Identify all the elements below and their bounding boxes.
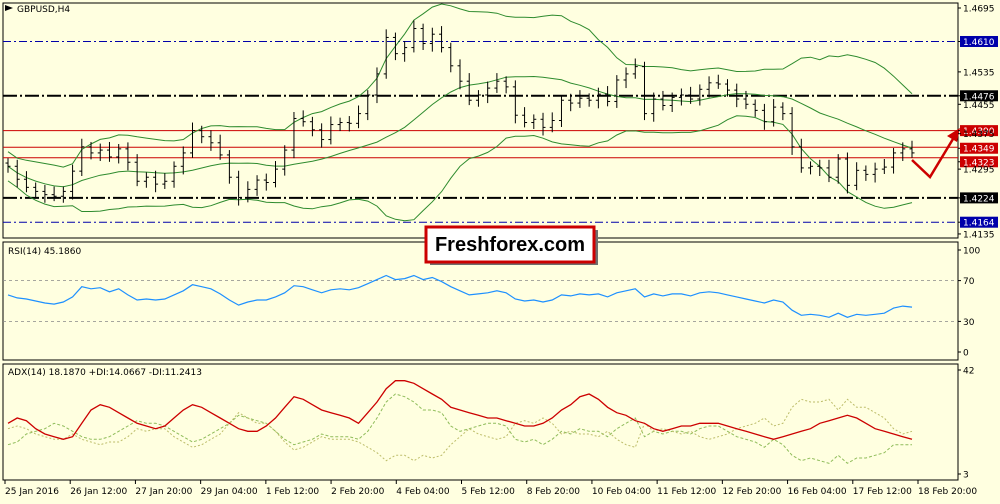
price-chart: 1.46951.46101.45351.44761.44551.43901.43… (0, 0, 1000, 500)
time-tick-label: 16 Feb 04:00 (788, 487, 847, 497)
rsi-tick-label: 30 (963, 318, 975, 328)
time-tick-label: 17 Feb 12:00 (853, 487, 912, 497)
price-tick-label: 1.4295 (963, 166, 995, 176)
symbol-label: GBPUSD,H4 (17, 5, 70, 15)
price-level-badge-label: 1.4349 (963, 145, 995, 155)
time-tick-label: 10 Feb 04:00 (592, 487, 651, 497)
time-tick-label: 11 Feb 12:00 (657, 487, 716, 497)
time-tick-label: 8 Feb 20:00 (527, 487, 581, 497)
adx-tick-label: 42 (963, 367, 974, 377)
price-level-badge-label: 1.4164 (963, 219, 995, 229)
time-tick-label: 27 Jan 20:00 (135, 487, 192, 497)
price-tick-label: 1.4455 (963, 101, 995, 111)
time-tick-label: 5 Feb 12:00 (462, 487, 516, 497)
time-tick-label: 25 Jan 2016 (5, 487, 59, 497)
price-tick-label: 1.4695 (963, 5, 995, 15)
time-tick-label: 26 Jan 12:00 (70, 487, 127, 497)
rsi-tick-label: 0 (963, 349, 969, 359)
adx-label: ADX(14) 18.1870 +DI:14.0667 -DI:11.2413 (8, 368, 202, 378)
price-tick-label: 1.4535 (963, 68, 995, 78)
time-tick-label: 12 Feb 20:00 (722, 487, 781, 497)
time-tick-label: 4 Feb 04:00 (396, 487, 450, 497)
adx-tick-label: 3 (963, 471, 969, 481)
price-tick-label: 1.4375 (963, 130, 995, 140)
time-tick-label: 18 Feb 20:00 (918, 487, 977, 497)
rsi-tick-label: 70 (963, 277, 975, 287)
rsi-tick-label: 100 (963, 247, 980, 257)
time-tick-label: 29 Jan 04:00 (201, 487, 258, 497)
price-tick-label: 1.4135 (963, 230, 995, 240)
watermark-text: Freshforex.com (435, 234, 585, 256)
time-tick-label: 2 Feb 20:00 (331, 487, 385, 497)
rsi-label: RSI(14) 45.1860 (8, 247, 81, 257)
price-level-badge-label: 1.4224 (963, 194, 995, 204)
watermark: Freshforex.com (424, 225, 598, 265)
time-tick-label: 1 Feb 12:00 (266, 487, 320, 497)
price-level-badge-label: 1.4610 (963, 38, 995, 48)
